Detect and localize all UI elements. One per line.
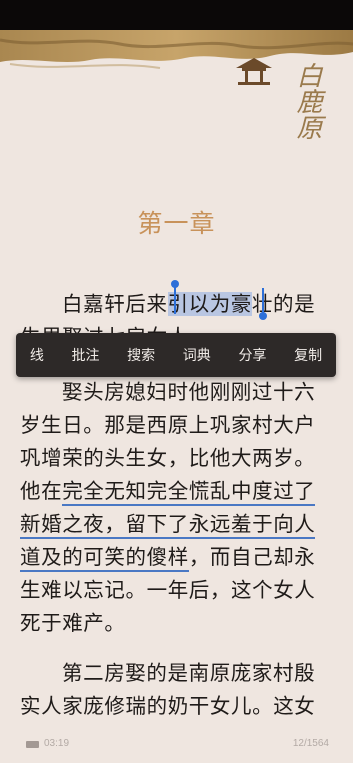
selection-end-handle[interactable] xyxy=(259,312,267,320)
menu-dictionary-button[interactable]: 词典 xyxy=(179,339,215,371)
menu-annotate-button[interactable]: 批注 xyxy=(67,339,103,371)
underlined-text[interactable]: 道及的可笑的傻样 xyxy=(20,545,189,572)
title-calligraphy: 白鹿原 xyxy=(292,62,322,140)
menu-copy-button[interactable]: 复制 xyxy=(290,339,326,371)
text-line[interactable]: 巩增荣的头生女，比他大两岁。 xyxy=(20,441,338,471)
text-line[interactable]: 新婚之夜，留下了永远羞于向人 xyxy=(20,507,338,539)
pavilion-icon xyxy=(236,58,272,85)
text-line[interactable]: 第二房娶的是南原庞家村殷 xyxy=(20,656,353,686)
underlined-text[interactable]: 新婚之夜，留下了永远羞于向人 xyxy=(20,512,316,539)
text-line[interactable]: 娶头房媳妇时他刚刚过十六 xyxy=(20,375,353,405)
text-line[interactable]: 实人家庞修瑞的奶干女儿。这女 xyxy=(20,689,338,719)
underlined-text[interactable]: 完全无知完全慌乱中度过了 xyxy=(62,479,316,506)
selection-start-handle[interactable] xyxy=(171,280,179,288)
text-line[interactable]: 他在完全无知完全慌乱中度过了 xyxy=(20,474,338,506)
menu-share-button[interactable]: 分享 xyxy=(234,339,270,371)
status-bar xyxy=(0,0,353,30)
text-line[interactable]: 死于难产。 xyxy=(20,606,338,636)
chapter-title: 第一章 xyxy=(137,209,216,238)
text-line[interactable]: 岁生日。那是西原上巩家村大户 xyxy=(20,408,338,438)
selection-context-menu: 线 批注 搜索 词典 分享 复制 xyxy=(16,333,336,377)
text-line[interactable]: 生难以忘记。一年后，这个女人 xyxy=(20,573,338,603)
selection-end-handle-stem xyxy=(262,288,264,314)
menu-search-button[interactable]: 搜索 xyxy=(123,339,159,371)
text-line[interactable]: 白嘉轩后来引以为豪壮的是 xyxy=(20,287,353,317)
menu-line-button[interactable]: 线 xyxy=(26,339,48,371)
selected-text[interactable]: 引以为豪 xyxy=(167,292,252,316)
footer-time: 03:19 xyxy=(44,738,70,749)
battery-icon xyxy=(26,741,39,748)
footer-page-number: 12/1564 xyxy=(292,738,329,749)
selection-start-handle-stem xyxy=(174,286,176,314)
text-line[interactable]: 道及的可笑的傻样，而自己却永 xyxy=(20,540,338,572)
